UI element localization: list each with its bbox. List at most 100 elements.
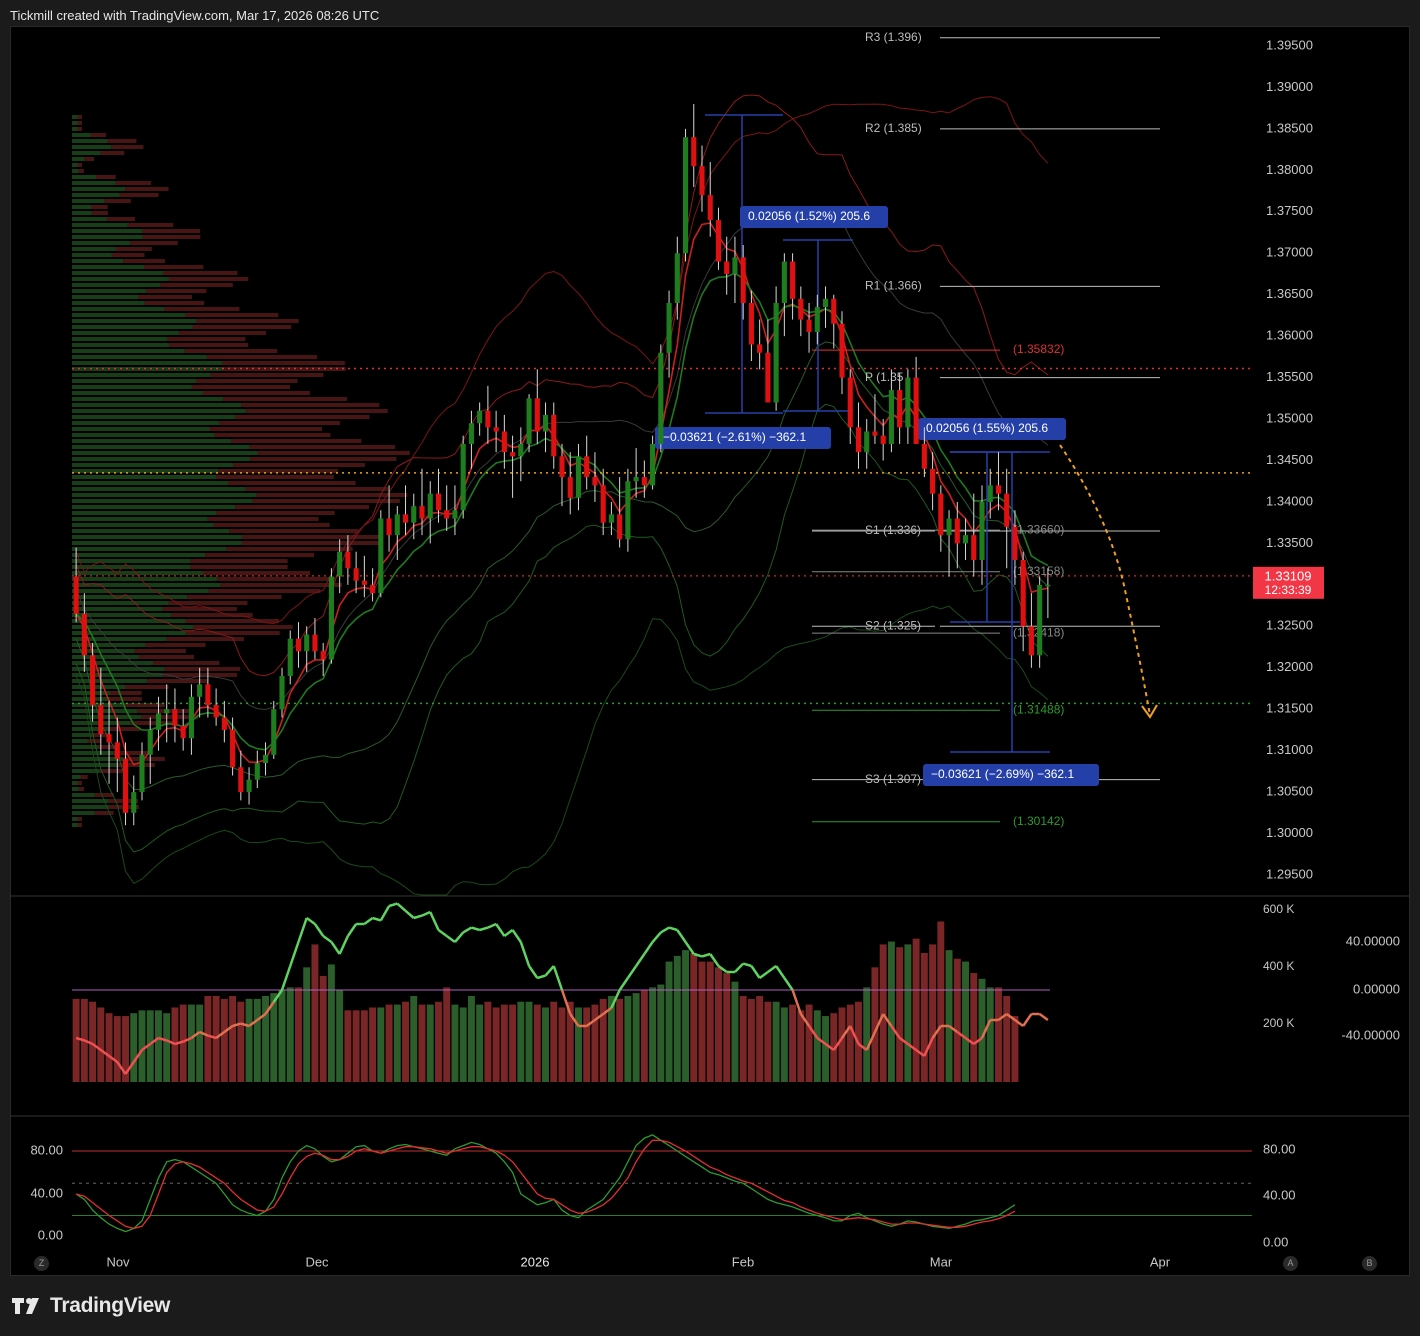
oscillator-segment bbox=[429, 911, 440, 931]
candle-down bbox=[839, 323, 845, 378]
volume-bar-down bbox=[171, 1007, 179, 1082]
candle-down bbox=[930, 468, 936, 494]
price-tick-label: 1.31500 bbox=[1266, 701, 1313, 716]
z-button[interactable]: Z bbox=[34, 1256, 49, 1271]
profile-bar-up bbox=[72, 673, 163, 677]
volume-bar-down bbox=[616, 998, 624, 1082]
candle-up bbox=[188, 696, 194, 739]
candle-up bbox=[682, 137, 689, 254]
profile-bar-down bbox=[215, 475, 334, 479]
pivot-label: S3 (1.307) bbox=[865, 772, 921, 786]
volume-bar-down bbox=[319, 975, 327, 1082]
profile-bar-down bbox=[100, 151, 125, 155]
profile-bar-down bbox=[77, 115, 82, 119]
oscillator-segment bbox=[1038, 1012, 1049, 1022]
volume-bar-down bbox=[295, 987, 302, 1082]
volume-bar-up bbox=[327, 964, 335, 1082]
profile-bar-down bbox=[256, 493, 408, 497]
candle-down bbox=[73, 576, 79, 614]
candle-down bbox=[748, 302, 754, 345]
projection-arrow bbox=[1059, 444, 1158, 719]
profile-bar-up bbox=[72, 607, 163, 611]
a-button[interactable]: A bbox=[1283, 1256, 1298, 1271]
profile-bar-down bbox=[106, 217, 135, 221]
profile-bar-up bbox=[72, 475, 216, 479]
stochastic-left-tick-label: 40.00 bbox=[30, 1185, 63, 1200]
chart-canvas[interactable]: R3 (1.396)R2 (1.385)R1 (1.366)P (1.35S1 … bbox=[0, 0, 1420, 1336]
volume-bar-down bbox=[970, 973, 978, 1082]
candle-up bbox=[246, 779, 252, 793]
volume-bar-down bbox=[715, 967, 722, 1082]
profile-bar-up bbox=[72, 811, 95, 815]
candle-down bbox=[485, 410, 491, 428]
profile-bar-down bbox=[77, 121, 82, 125]
candle-down bbox=[510, 452, 516, 457]
profile-bar-up bbox=[72, 601, 169, 605]
volume-bar-up bbox=[476, 1004, 484, 1082]
profile-bar-down bbox=[220, 583, 342, 587]
candle-up bbox=[822, 298, 829, 308]
profile-bar-up bbox=[72, 523, 214, 527]
candle-down bbox=[501, 431, 507, 453]
profile-bar-down bbox=[222, 361, 345, 365]
volume-bar-down bbox=[756, 996, 764, 1082]
candle-down bbox=[180, 725, 186, 739]
level-label: (1.33660) bbox=[1013, 522, 1064, 536]
oscillator-segment bbox=[511, 929, 522, 943]
candle-down bbox=[584, 456, 590, 478]
oscillator-segment bbox=[1022, 1013, 1033, 1027]
b-button[interactable]: B bbox=[1362, 1256, 1377, 1271]
profile-bar-down bbox=[249, 445, 396, 449]
oscillator-segment bbox=[479, 926, 489, 932]
candle-up bbox=[658, 352, 664, 444]
volume-bar-down bbox=[229, 996, 237, 1082]
volume-bar-up bbox=[772, 1001, 780, 1082]
profile-bar-down bbox=[168, 343, 249, 347]
price-tick-label: 1.32000 bbox=[1266, 659, 1313, 674]
profile-bar-down bbox=[144, 301, 205, 305]
profile-bar-up bbox=[72, 313, 186, 317]
oscillator-segment bbox=[305, 916, 316, 926]
volume-bar-up bbox=[863, 987, 871, 1082]
volume-bar-up bbox=[245, 998, 253, 1082]
volume-bar-up bbox=[155, 1010, 162, 1082]
profile-bar-down bbox=[228, 481, 356, 485]
profile-bar-down bbox=[241, 535, 382, 539]
profile-bar-up bbox=[72, 235, 143, 239]
candle-up bbox=[394, 514, 400, 536]
profile-bar-up bbox=[72, 253, 112, 257]
profile-bar-down bbox=[223, 397, 348, 401]
time-tick-label: Mar bbox=[930, 1254, 953, 1269]
oscillator-segment bbox=[445, 934, 456, 944]
candle-up bbox=[979, 501, 985, 560]
candle-down bbox=[699, 166, 705, 196]
profile-bar-up bbox=[72, 265, 145, 269]
profile-bar-up bbox=[72, 517, 208, 521]
volume-bar-down bbox=[929, 944, 937, 1082]
volume-bar-up bbox=[130, 1013, 138, 1082]
price-tick-label: 1.36500 bbox=[1266, 286, 1313, 301]
volume-bar-up bbox=[336, 990, 344, 1082]
volume-bar-up bbox=[303, 967, 311, 1082]
measure-label: 0.02056 (1.52%) 205.6 bbox=[748, 209, 870, 223]
profile-bar-up bbox=[72, 457, 251, 461]
profile-bar-up bbox=[72, 499, 253, 503]
stochastic-right-tick-label: 40.00 bbox=[1263, 1187, 1296, 1202]
candle-up bbox=[411, 506, 417, 523]
oscillator-tick-label: -40.00000 bbox=[1341, 1027, 1400, 1042]
profile-bar-down bbox=[226, 547, 353, 551]
candle-up bbox=[526, 398, 532, 444]
stochastic-left-tick-label: 80.00 bbox=[30, 1142, 63, 1157]
profile-bar-up bbox=[72, 553, 206, 557]
candle-up bbox=[164, 709, 170, 714]
profile-bar-down bbox=[144, 265, 204, 269]
oscillator-segment bbox=[660, 926, 670, 934]
volume-bar-up bbox=[632, 993, 640, 1082]
profile-bar-up bbox=[72, 805, 109, 809]
oscillator-segment bbox=[552, 965, 564, 991]
footer-brand: TradingView bbox=[50, 1294, 171, 1317]
candle-down bbox=[81, 613, 87, 656]
candle-up bbox=[518, 443, 524, 457]
volume-bar-up bbox=[253, 998, 261, 1082]
oscillator-segment bbox=[421, 910, 431, 917]
